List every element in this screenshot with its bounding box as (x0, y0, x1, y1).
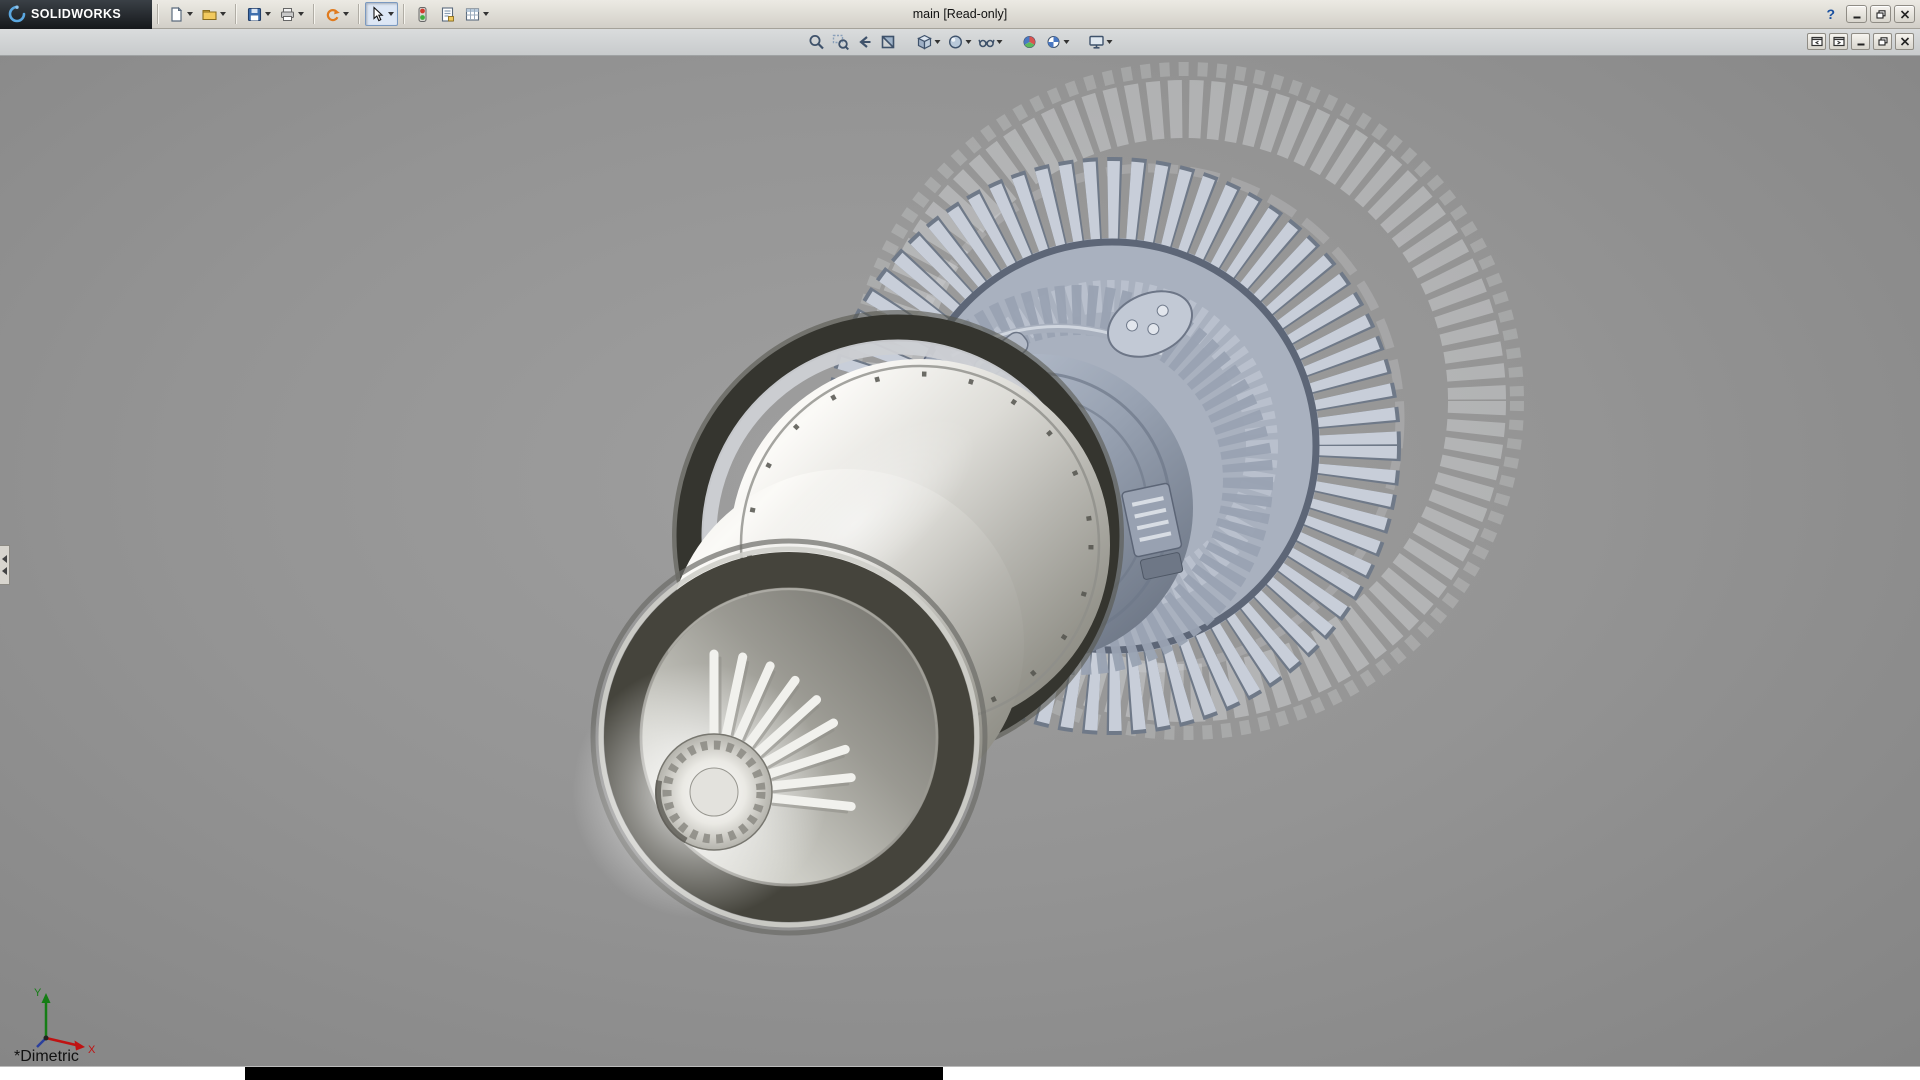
rebuild-stoplight-icon (414, 6, 431, 23)
edit-appearance-button[interactable] (1019, 31, 1041, 53)
dropdown-caret-icon[interactable] (187, 12, 193, 16)
toolbar-separator (157, 4, 159, 24)
collapse-arrow-icon (2, 555, 7, 563)
3ds-logo-icon (8, 5, 26, 23)
document-minimize-button[interactable] (1851, 33, 1870, 50)
window-controls: ? (1826, 5, 1920, 23)
solidworks-logo: SOLIDWORKS (0, 0, 152, 29)
undo-icon (324, 6, 341, 23)
triad-x-label: X (88, 1044, 96, 1056)
apply-scene-icon (1045, 33, 1063, 51)
display-style-button[interactable] (945, 31, 974, 53)
toolbar-separator (403, 4, 405, 24)
document-close-button[interactable] (1895, 33, 1914, 50)
minimize-icon (1852, 10, 1862, 19)
apply-scene-button[interactable] (1043, 31, 1072, 53)
hide-show-items-button[interactable] (976, 31, 1005, 53)
toolbar-separator (235, 4, 237, 24)
heads-up-row (0, 29, 1920, 56)
options-table-icon (464, 6, 481, 23)
dropdown-caret-icon[interactable] (935, 40, 941, 44)
orientation-triad[interactable]: Y X (34, 987, 96, 1056)
minimize-button[interactable] (1846, 5, 1867, 23)
dropdown-caret-icon[interactable] (1107, 40, 1113, 44)
jet-engine-model[interactable] (572, 69, 1517, 933)
close-button[interactable] (1894, 5, 1915, 23)
next-document-icon (1833, 36, 1845, 47)
view-orientation-label: *Dimetric (14, 1048, 79, 1066)
view-settings-icon (1088, 33, 1106, 51)
taskbar-segment (245, 1067, 943, 1080)
zoom-to-fit-icon (808, 33, 826, 51)
3d-viewport-canvas[interactable]: Y X (0, 56, 1920, 1066)
save-floppy-icon (246, 6, 263, 23)
help-button[interactable]: ? (1826, 6, 1835, 22)
triad-y-label: Y (34, 987, 42, 999)
open-button[interactable] (197, 2, 230, 26)
solidworks-window: main [Read-only] SOLIDWORKS (0, 0, 1920, 1080)
toolbar-separator (358, 4, 360, 24)
options-button[interactable] (460, 2, 493, 26)
dropdown-caret-icon[interactable] (966, 40, 972, 44)
restore-icon (1878, 37, 1888, 46)
dropdown-caret-icon[interactable] (220, 12, 226, 16)
brand-name: SOLIDWORKS (31, 7, 121, 21)
toolbar-separator (313, 4, 315, 24)
zoom-to-area-button[interactable] (830, 31, 852, 53)
new-document-button[interactable] (164, 2, 197, 26)
document-restore-button[interactable] (1873, 33, 1892, 50)
save-button[interactable] (242, 2, 275, 26)
close-icon (1900, 37, 1910, 46)
feature-panel-collapse-tab[interactable] (0, 545, 10, 585)
dropdown-caret-icon[interactable] (388, 12, 394, 16)
bottom-strip (0, 1066, 1920, 1080)
previous-document-icon (1811, 36, 1823, 47)
view-settings-button[interactable] (1086, 31, 1115, 53)
graphics-viewport[interactable]: Y X *Dimetric (0, 56, 1920, 1066)
previous-view-button[interactable] (854, 31, 876, 53)
section-view-button[interactable] (878, 31, 900, 53)
next-document-button[interactable] (1829, 33, 1848, 50)
rebuild-button[interactable] (410, 2, 435, 26)
minimize-icon (1856, 37, 1866, 46)
title-bar: main [Read-only] SOLIDWORKS (0, 0, 1920, 29)
zoom-to-area-icon (832, 33, 850, 51)
collapse-arrow-icon (2, 567, 7, 575)
dropdown-caret-icon[interactable] (343, 12, 349, 16)
hide-show-glasses-icon (978, 33, 996, 51)
print-button[interactable] (275, 2, 308, 26)
dropdown-caret-icon[interactable] (997, 40, 1003, 44)
dropdown-caret-icon[interactable] (483, 12, 489, 16)
close-icon (1900, 10, 1910, 19)
open-folder-icon (201, 6, 218, 23)
dropdown-caret-icon[interactable] (1064, 40, 1070, 44)
previous-view-icon (856, 33, 874, 51)
restore-icon (1876, 10, 1886, 19)
display-style-icon (947, 33, 965, 51)
dropdown-caret-icon[interactable] (298, 12, 304, 16)
view-orientation-button[interactable] (914, 31, 943, 53)
heads-up-view-toolbar (806, 31, 1115, 53)
file-properties-icon (439, 6, 456, 23)
print-icon (279, 6, 296, 23)
file-properties-button[interactable] (435, 2, 460, 26)
previous-document-button[interactable] (1807, 33, 1826, 50)
undo-button[interactable] (320, 2, 353, 26)
section-view-icon (880, 33, 898, 51)
maximize-button[interactable] (1870, 5, 1891, 23)
zoom-to-fit-button[interactable] (806, 31, 828, 53)
edit-appearance-ball-icon (1021, 33, 1039, 51)
select-button[interactable] (365, 2, 398, 26)
view-orientation-cube-icon (916, 33, 934, 51)
dropdown-caret-icon[interactable] (265, 12, 271, 16)
new-document-icon (168, 6, 185, 23)
document-window-controls (1807, 33, 1914, 50)
select-cursor-icon (369, 6, 386, 23)
